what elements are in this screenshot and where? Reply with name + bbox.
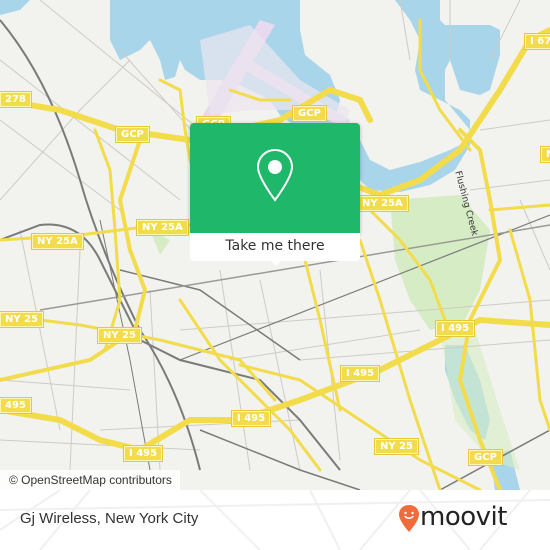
map-attribution[interactable]: © OpenStreetMap contributors <box>0 470 180 490</box>
route-shield-i678: I 678 <box>523 33 550 50</box>
route-shield-gcp: GCP <box>468 449 503 466</box>
route-shield-ny25: NY 25 <box>373 438 420 455</box>
popup-pointer <box>268 258 284 266</box>
route-shield-278: 278 <box>0 91 32 108</box>
footer-bar: Gj Wireless, New York City moovit <box>0 490 550 550</box>
route-shield-gcp: GCP <box>115 126 150 143</box>
popup-header[interactable] <box>190 123 360 233</box>
take-me-there-button[interactable]: Take me there <box>190 233 360 261</box>
moovit-pin-icon <box>399 505 419 532</box>
route-shield-ny: NY <box>540 146 550 163</box>
map-view[interactable]: 278 GCP GCP GCP GCP I 678 NY 25A NY 25A … <box>0 0 550 490</box>
destination-popup[interactable]: Take me there <box>190 123 360 266</box>
water-top-left <box>0 0 30 15</box>
route-shield-gcp: GCP <box>292 105 327 122</box>
route-shield-i495: I 495 <box>122 445 164 462</box>
moovit-wordmark: moovit <box>420 502 507 532</box>
route-shield-i495: I 495 <box>339 365 381 382</box>
park-south <box>440 330 520 470</box>
location-pin-icon <box>256 148 294 202</box>
place-name: Gj Wireless, New York City <box>20 510 199 527</box>
route-shield-ny25: NY 25 <box>96 327 143 344</box>
route-shield-ny25a: NY 25A <box>136 219 189 236</box>
route-shield-ny25a: NY 25A <box>356 195 409 212</box>
route-shield-i495: I 495 <box>434 320 476 337</box>
route-shield-ny25: NY 25 <box>0 311 45 328</box>
route-shield-i495: I 495 <box>230 410 272 427</box>
route-shield-i495: 495 <box>0 397 32 414</box>
route-shield-ny25a: NY 25A <box>31 233 84 250</box>
